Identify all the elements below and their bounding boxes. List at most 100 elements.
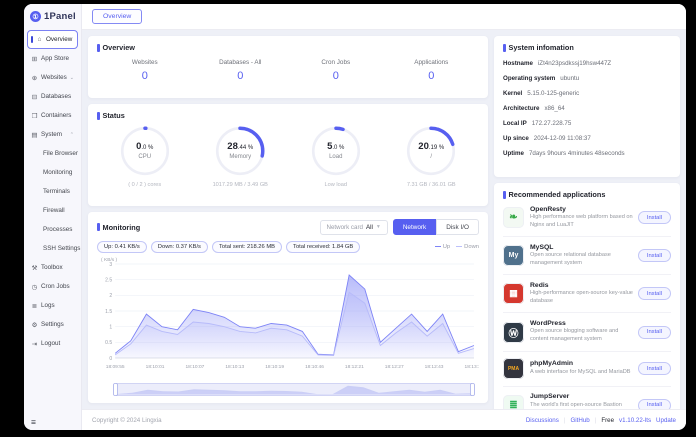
chevron-down-icon: ▼ bbox=[375, 224, 381, 230]
stat-value: 0 bbox=[141, 70, 148, 82]
status-gauge: 5.0 % Load Low load bbox=[288, 123, 384, 188]
discussions-link[interactable]: Discussions bbox=[526, 417, 559, 424]
footer: Copyright © 2024 Lingxia Discussions | G… bbox=[82, 409, 686, 430]
svg-text:18:10:07: 18:10:07 bbox=[185, 364, 204, 370]
sidebar-item-firewall[interactable]: Firewall bbox=[27, 201, 78, 220]
info-value: ubuntu bbox=[560, 75, 580, 82]
svg-text:0: 0 bbox=[109, 356, 112, 362]
sidebar-item-system[interactable]: ▤ System ⌃ bbox=[27, 125, 78, 144]
tab-overview[interactable]: Overview bbox=[92, 9, 143, 24]
github-link[interactable]: GitHub bbox=[570, 417, 589, 424]
info-value: x86_64 bbox=[544, 105, 565, 112]
install-button[interactable]: Install bbox=[637, 362, 671, 376]
svg-text:18:13:18: 18:13:18 bbox=[465, 364, 479, 370]
sidebar-item-logout[interactable]: ⇥ Logout bbox=[27, 334, 78, 353]
info-key: Operating system bbox=[503, 75, 556, 82]
info-value: iZt4n23psdkssj19hsw447Z bbox=[537, 60, 612, 67]
sidebar-item-databases[interactable]: ⊟ Databases bbox=[27, 87, 78, 106]
chart-legend: Up Down bbox=[434, 244, 479, 250]
system-info-title: System infomation bbox=[503, 43, 671, 52]
sidebar-item-settings[interactable]: ⚙ Settings bbox=[27, 315, 78, 334]
openresty-logo-icon: ❧ bbox=[503, 207, 524, 229]
sidebar-item-label: Containers bbox=[41, 112, 72, 119]
info-key: Architecture bbox=[503, 105, 540, 112]
toolbox-icon: ⚒ bbox=[31, 264, 38, 272]
sidebar-item-toolbox[interactable]: ⚒ Toolbox bbox=[27, 258, 78, 277]
overview-stat[interactable]: Applications 0 bbox=[384, 59, 480, 82]
overview-stat[interactable]: Cron Jobs 0 bbox=[288, 59, 384, 82]
sidebar-item-overview[interactable]: ⌂ Overview bbox=[27, 30, 78, 49]
install-button[interactable]: Install bbox=[637, 287, 671, 301]
overview-stat[interactable]: Databases - All 0 bbox=[193, 59, 289, 82]
sidebar-collapse-button[interactable]: ≡ bbox=[31, 417, 36, 427]
chevron-icon: ⌃ bbox=[69, 131, 74, 138]
legend-down[interactable]: Down bbox=[456, 244, 479, 250]
recommended-apps-card: Recommended applications ❧ OpenResty Hig… bbox=[494, 183, 680, 430]
system-icon: ▤ bbox=[31, 131, 38, 139]
sidebar-item-file-browser[interactable]: File Browser bbox=[27, 144, 78, 163]
sidebar-subitem-label: Processes bbox=[43, 226, 73, 233]
sidebar-item-app-store[interactable]: ⊞ App Store bbox=[27, 49, 78, 68]
install-button[interactable]: Install bbox=[637, 325, 671, 339]
app-description: Open source relational database manageme… bbox=[530, 252, 611, 266]
gauge-label: / bbox=[430, 153, 433, 160]
sidebar-item-label: Toolbox bbox=[41, 264, 63, 271]
monitor-mode-switch: Network Disk I/O bbox=[392, 219, 479, 235]
sidebar-item-ssh-settings[interactable]: SSH Settings bbox=[27, 239, 80, 258]
app-name: OpenResty bbox=[530, 205, 566, 213]
sidebar-item-containers[interactable]: ❒ Containers bbox=[27, 106, 78, 125]
network-card-select[interactable]: Network card All ▼ bbox=[319, 219, 388, 235]
install-button[interactable]: Install bbox=[637, 249, 671, 263]
app-logo-text: 1Panel bbox=[44, 11, 76, 22]
info-key: Up since bbox=[503, 135, 529, 142]
svg-text:18:10:19: 18:10:19 bbox=[265, 364, 284, 370]
network-tab-button[interactable]: Network bbox=[392, 219, 437, 235]
chevron-icon: ⌄ bbox=[69, 74, 74, 81]
copyright-text: Copyright © 2024 Lingxia bbox=[92, 416, 162, 424]
info-key: Kernel bbox=[503, 90, 523, 97]
sidebar-item-label: System bbox=[41, 131, 62, 138]
stat-label: Databases - All bbox=[219, 59, 262, 66]
stat-value: 0 bbox=[237, 70, 244, 82]
app-description: Open source blogging software and conten… bbox=[530, 328, 619, 343]
gauge-caption: ( 0 / 2 ) cores bbox=[128, 182, 162, 188]
system-info-row: Up since 2024-12-09 11:08:37 bbox=[503, 135, 671, 142]
svg-text:18:10:13: 18:10:13 bbox=[225, 364, 244, 370]
update-link[interactable]: Update bbox=[656, 417, 676, 424]
app-row: Ⓦ WordPress Open source blogging softwar… bbox=[503, 313, 671, 352]
chart-datazoom-slider[interactable] bbox=[113, 383, 475, 396]
app-row: My MySQL Open source relational database… bbox=[503, 237, 671, 276]
monitoring-card-title: Monitoring bbox=[97, 223, 141, 232]
sidebar-item-cron-jobs[interactable]: ◷ Cron Jobs bbox=[27, 277, 78, 296]
overview-stat[interactable]: Websites 0 bbox=[97, 59, 193, 82]
svg-text:18:10:46: 18:10:46 bbox=[305, 364, 324, 370]
database-icon: ⊟ bbox=[31, 93, 38, 101]
monitor-stat-tag: Total received: 1.84 GB bbox=[286, 241, 361, 253]
recommended-apps-title: Recommended applications bbox=[503, 190, 671, 199]
app-row: ❧ OpenResty High performance web platfor… bbox=[503, 199, 671, 238]
svg-text:0.5: 0.5 bbox=[105, 340, 112, 346]
gauge-value: 20.19 % bbox=[418, 141, 445, 153]
sidebar-item-monitoring[interactable]: Monitoring bbox=[27, 163, 78, 182]
sidebar-item-terminals[interactable]: Terminals bbox=[27, 182, 78, 201]
info-value: 172.27.228.75 bbox=[531, 120, 572, 127]
sidebar-item-websites[interactable]: ⊕ Websites ⌄ bbox=[27, 68, 78, 87]
divider: | bbox=[594, 416, 597, 424]
disk-io-tab-button[interactable]: Disk I/O bbox=[436, 219, 479, 235]
overview-card: Overview Websites 0 Databases - All 0 Cr… bbox=[88, 36, 488, 98]
sidebar-subitem-label: Firewall bbox=[43, 207, 65, 214]
sidebar-item-processes[interactable]: Processes bbox=[27, 220, 78, 239]
divider: | bbox=[563, 416, 566, 424]
legend-up[interactable]: Up bbox=[434, 244, 450, 250]
svg-text:( KB/s ): ( KB/s ) bbox=[101, 257, 118, 263]
sidebar-subitem-label: File Browser bbox=[43, 150, 78, 157]
sidebar-item-logs[interactable]: ≣ Logs bbox=[27, 296, 78, 315]
gauge-caption: 1017.29 MB / 3.49 GB bbox=[212, 182, 268, 188]
app-name: MySQL bbox=[530, 243, 554, 251]
phpmyadmin-logo-icon: PMA bbox=[503, 358, 524, 380]
svg-text:2.5: 2.5 bbox=[105, 277, 112, 283]
info-key: Hostname bbox=[503, 60, 533, 67]
install-button[interactable]: Install bbox=[637, 211, 671, 225]
monitor-stat-tag: Up: 0.41 KB/s bbox=[97, 241, 147, 253]
app-logo[interactable]: ① 1Panel bbox=[24, 4, 81, 29]
